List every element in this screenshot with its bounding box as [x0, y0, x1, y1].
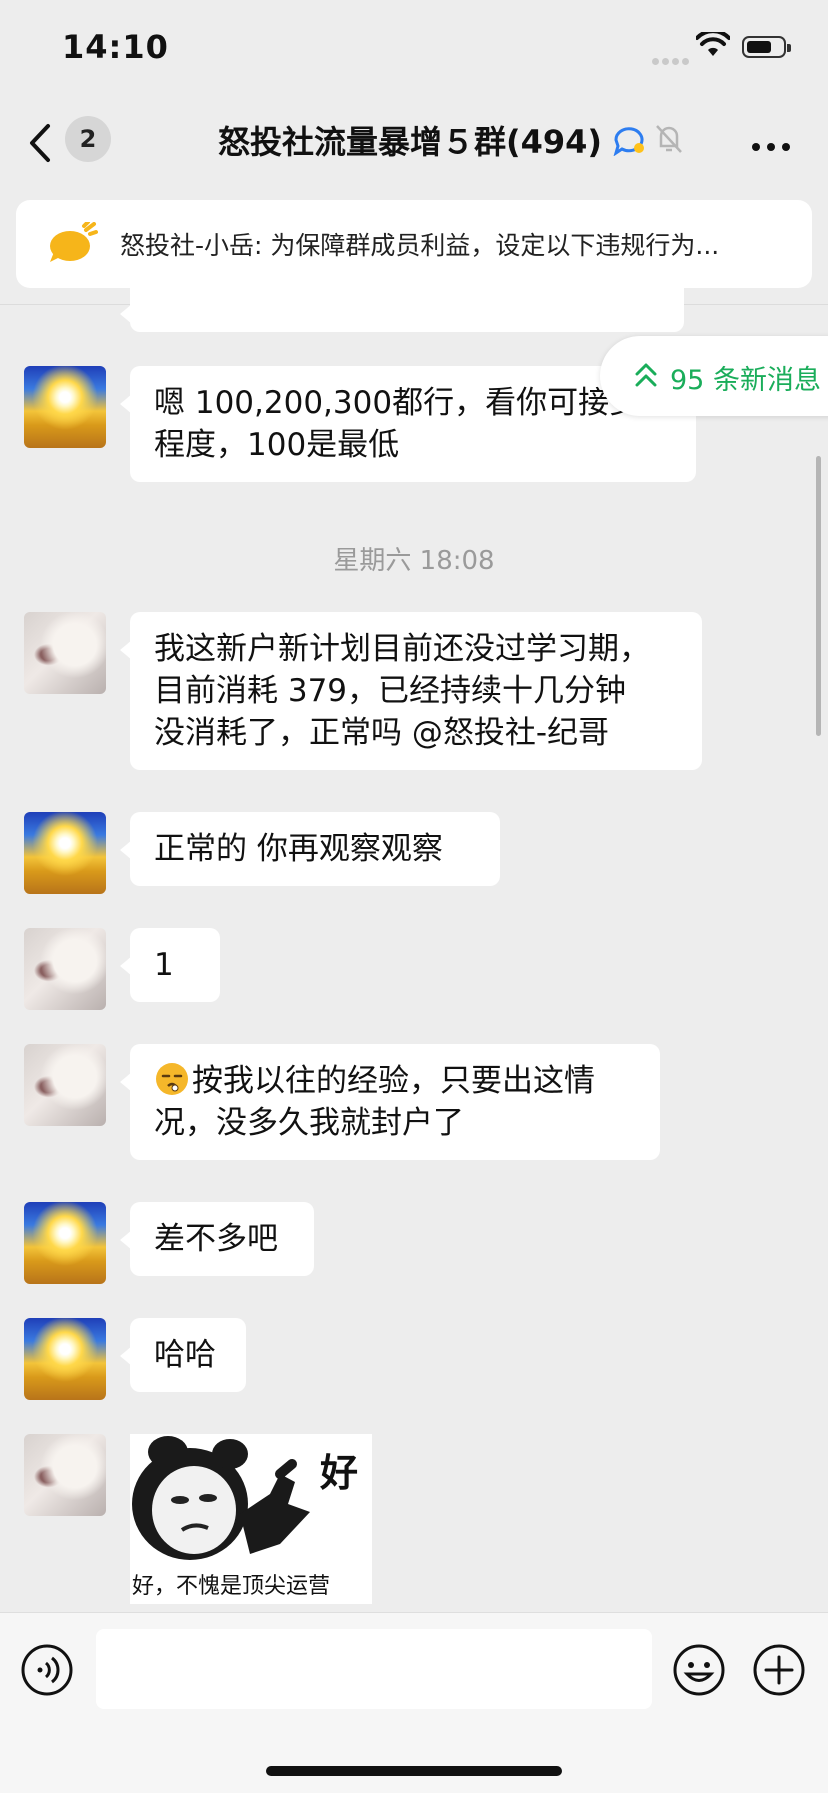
- message-text: 嗯 100,200,300都行，看你可接受: [154, 385, 641, 421]
- status-time: 14:10: [62, 28, 169, 66]
- message-text: 目前消耗 379，已经持续十几分钟: [154, 673, 627, 709]
- sticker-image[interactable]: 好 好，不愧是顶尖运营: [130, 1434, 372, 1604]
- unread-count-badge[interactable]: 2: [65, 116, 111, 162]
- megaphone-icon: [50, 222, 98, 262]
- battery-icon: [742, 36, 791, 58]
- voice-input-icon[interactable]: [20, 1643, 74, 1697]
- message-text: 程度，100是最低: [154, 427, 400, 463]
- avatar[interactable]: [24, 1434, 106, 1516]
- message-text: 正常的 你再观察观察: [154, 831, 443, 867]
- avatar[interactable]: [24, 1044, 106, 1126]
- avatar[interactable]: [24, 928, 106, 1010]
- message-text: 没消耗了，正常吗 @怒投社-纪哥: [154, 715, 610, 751]
- back-arrow-icon[interactable]: [26, 120, 54, 166]
- message-text: 差不多吧: [154, 1221, 278, 1257]
- sticker-caption: 好，不愧是顶尖运营: [132, 1574, 331, 1599]
- wifi-icon: [696, 32, 730, 56]
- cellular-signal-icon: [652, 50, 692, 69]
- chat-timestamp: 星期六 18:08: [333, 546, 495, 576]
- chat-title[interactable]: 怒投社流量暴增５群(494): [218, 117, 610, 163]
- home-indicator[interactable]: [266, 1766, 562, 1776]
- double-chevron-up-icon: [635, 363, 657, 387]
- message-text: 哈哈: [154, 1337, 216, 1373]
- sleepy-face-emoji-icon: [156, 1063, 188, 1095]
- new-messages-label: 95 条新消息: [670, 365, 821, 396]
- notice-text: 怒投社-小岳: 为保障群成员利益，设定以下违规行为...: [120, 231, 720, 260]
- emoji-icon[interactable]: [672, 1643, 726, 1697]
- group-notice-banner[interactable]: 怒投社-小岳: 为保障群成员利益，设定以下违规行为...: [16, 200, 812, 288]
- message-bubble[interactable]: 哈哈: [120, 1318, 246, 1392]
- message-text: 1: [154, 947, 174, 983]
- status-bar: 14:10: [0, 0, 828, 96]
- message-bubble[interactable]: 我这新户新计划目前还没过学习期， 目前消耗 379，已经持续十几分钟 没消耗了，…: [120, 612, 702, 770]
- message-text: 按我以往的经验，只要出这情: [192, 1063, 595, 1099]
- message-input[interactable]: [96, 1629, 652, 1709]
- message-bubble-cut: [120, 276, 684, 332]
- more-options-icon[interactable]: [752, 136, 797, 155]
- message-bubble[interactable]: 1: [120, 928, 220, 1002]
- message-bubble[interactable]: 按我以往的经验，只要出这情 况，没多久我就封户了: [120, 1044, 660, 1160]
- avatar[interactable]: [24, 366, 106, 448]
- mute-bell-icon: [656, 125, 682, 153]
- message-bubble[interactable]: 差不多吧: [120, 1202, 314, 1276]
- avatar[interactable]: [24, 1318, 106, 1400]
- chat-bubble-icon: [613, 127, 644, 156]
- avatar[interactable]: [24, 1202, 106, 1284]
- sticker-text: 好: [320, 1450, 359, 1495]
- message-text: 况，没多久我就封户了: [154, 1105, 464, 1141]
- new-messages-button[interactable]: 95 条新消息: [600, 336, 828, 416]
- avatar[interactable]: [24, 612, 106, 694]
- message-text: 我这新户新计划目前还没过学习期，: [154, 631, 650, 667]
- scrollbar[interactable]: [816, 456, 821, 736]
- message-bubble[interactable]: 正常的 你再观察观察: [120, 812, 500, 886]
- avatar[interactable]: [24, 812, 106, 894]
- plus-icon[interactable]: [752, 1643, 806, 1697]
